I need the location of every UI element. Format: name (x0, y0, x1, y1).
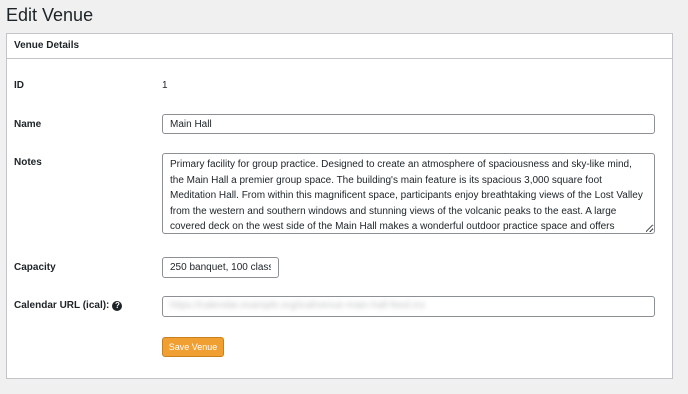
name-label: Name (14, 119, 42, 130)
ical-label-text: Calendar URL (ical): (14, 300, 110, 311)
notes-textarea[interactable]: Primary facility for group practice. Des… (162, 153, 655, 234)
save-venue-button[interactable]: Save Venue (162, 337, 224, 357)
venue-details-panel: Venue Details ID 1 Name Notes Primary fa… (6, 33, 673, 379)
name-input[interactable] (162, 114, 655, 134)
id-value: 1 (162, 80, 168, 91)
capacity-label: Capacity (14, 262, 56, 273)
resize-handle-icon[interactable] (646, 225, 653, 232)
ical-url-value: https://calendar.example.org/ical/venue-… (170, 300, 426, 311)
help-icon[interactable]: ? (112, 301, 123, 311)
id-label: ID (14, 80, 24, 91)
capacity-input[interactable] (162, 257, 279, 278)
notes-text: Primary facility for group practice. Des… (170, 159, 643, 232)
ical-url-input[interactable]: https://calendar.example.org/ical/venue-… (162, 296, 655, 317)
panel-header: Venue Details (7, 34, 672, 59)
page-title: Edit Venue (6, 5, 94, 25)
ical-label: Calendar URL (ical):? (14, 299, 123, 313)
notes-label: Notes (14, 157, 42, 168)
